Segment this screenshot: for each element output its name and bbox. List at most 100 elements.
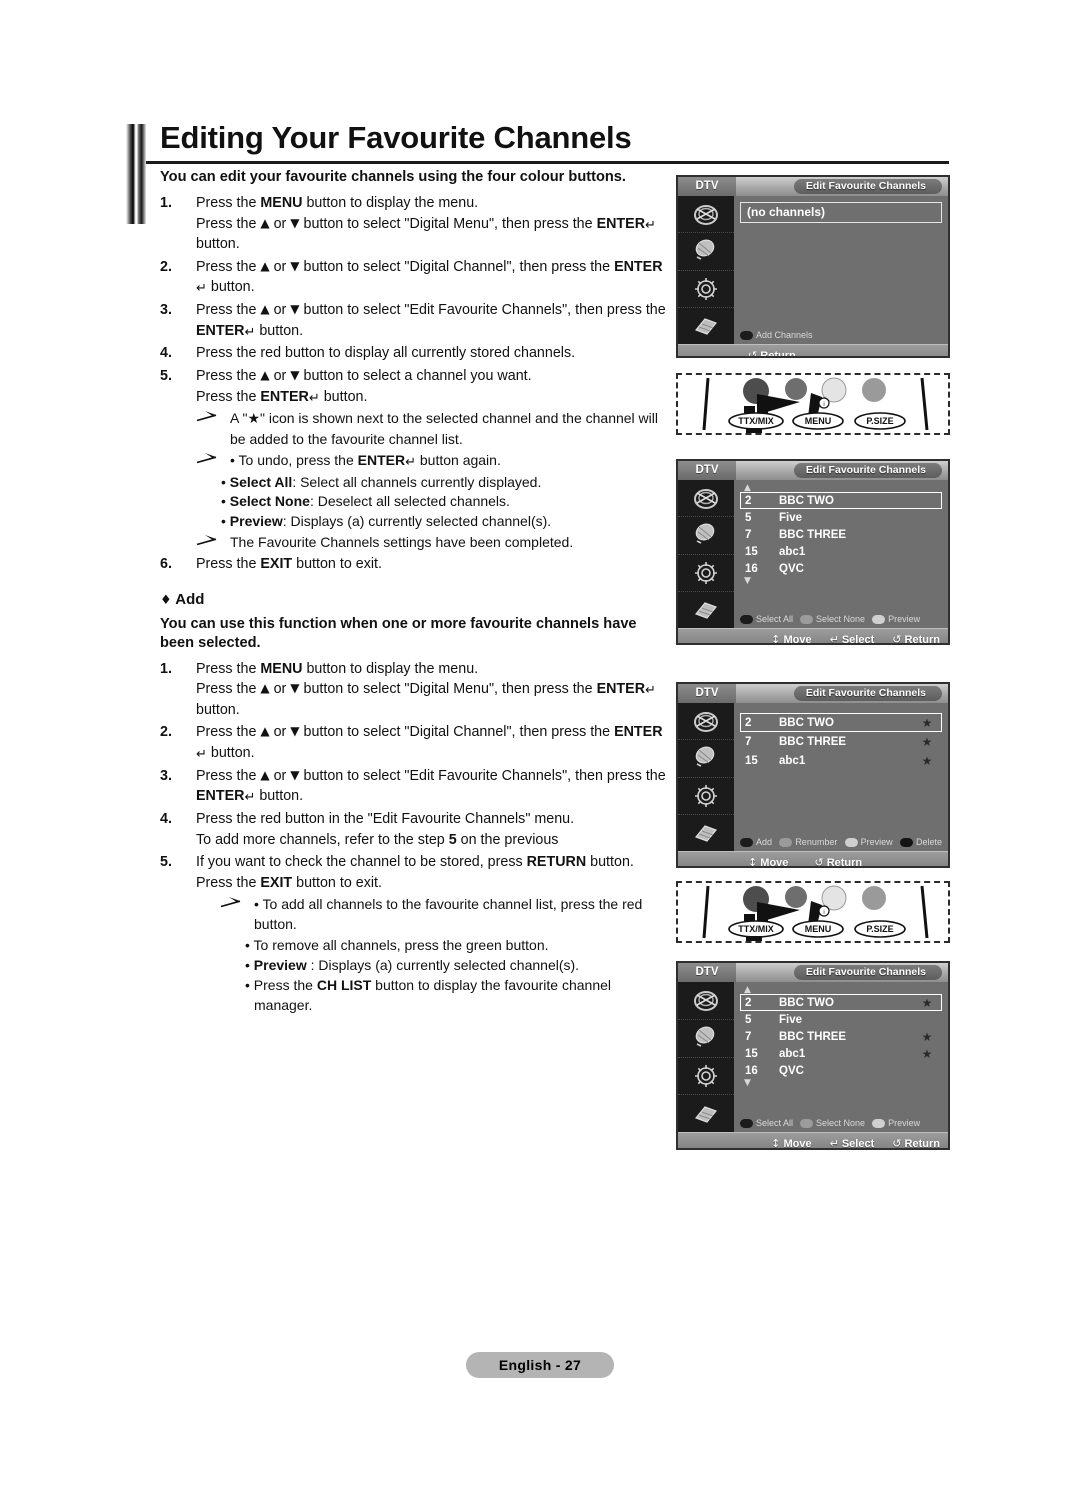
- sidebar-item-setup[interactable]: [678, 1058, 734, 1096]
- channel-number: 15: [745, 1047, 758, 1060]
- footbar-return[interactable]: ↺ Return: [892, 632, 940, 645]
- return-icon: ↺: [892, 632, 902, 645]
- colour-button-add-channels[interactable]: Add Channels: [740, 330, 813, 340]
- channel-row[interactable]: 16 QVC: [740, 560, 942, 577]
- sidebar-item-hand[interactable]: [678, 592, 734, 628]
- step-line: Press the red button to display all curr…: [196, 345, 576, 362]
- sidebar-item-setup[interactable]: [678, 555, 734, 592]
- tv-footbar: ↕ Move ↵ Select ↺ Return: [678, 1132, 948, 1150]
- sidebar-item-antenna[interactable]: [678, 982, 734, 1020]
- colour-button-select-none[interactable]: Select None: [800, 1118, 865, 1128]
- tv-footbar: ↕ Move ↺ Return: [678, 851, 948, 868]
- colour-button-select-none[interactable]: Select None: [800, 614, 865, 624]
- colour-button-preview[interactable]: Preview: [844, 837, 893, 847]
- channel-name: abc1: [779, 754, 806, 767]
- channel-number: 7: [745, 735, 752, 748]
- bullet-select-all: • Select All: Select all channels curren…: [221, 473, 542, 490]
- step-number: 5.: [160, 854, 172, 871]
- channel-name: BBC THREE: [779, 528, 847, 541]
- sidebar-item-antenna[interactable]: [678, 196, 734, 234]
- footbar-return[interactable]: ↺ Return: [748, 348, 796, 358]
- channel-row[interactable]: 7 BBC THREE ★: [740, 732, 942, 751]
- remote-diagram-bottom: i TTX/MIX MENU P.SIZE: [676, 881, 950, 943]
- tv-topbar: DTV Edit Favourite Channels: [678, 963, 948, 982]
- antenna-icon: [691, 201, 721, 227]
- footbar-select[interactable]: ↵ Select: [830, 633, 875, 644]
- colour-button-label: Preview: [888, 614, 921, 624]
- sidebar-item-channel[interactable]: [678, 740, 734, 778]
- sidebar-item-antenna[interactable]: [678, 480, 734, 518]
- source-label: DTV: [678, 963, 736, 982]
- channel-row[interactable]: 2 BBC TWO: [740, 492, 942, 509]
- colour-button-preview[interactable]: Preview: [872, 614, 920, 624]
- footbar-select[interactable]: ↵ Select: [829, 1136, 875, 1150]
- colour-button-select-all[interactable]: Select All: [740, 614, 793, 624]
- footbar-label: Return: [904, 633, 940, 645]
- colour-button-label: Add: [756, 837, 773, 847]
- step-item: 2. Press the ▲ or ▼ button to select "Di…: [160, 257, 672, 298]
- colour-button-select-all[interactable]: Select All: [740, 1118, 793, 1128]
- gear-icon: [692, 782, 720, 810]
- channel-row[interactable]: 15 abc1 ★: [740, 1045, 942, 1062]
- channel-row[interactable]: 5 Five: [740, 509, 942, 526]
- footbar-move[interactable]: ↕ Move: [771, 633, 811, 644]
- add-intro-paragraph: You can use this function when one or mo…: [160, 615, 637, 651]
- tv-content: (no channels) Add Channels: [734, 196, 948, 344]
- favourite-star-icon: ★: [921, 715, 933, 730]
- channel-row[interactable]: 15 abc1: [740, 543, 942, 560]
- scroll-up-arrow[interactable]: ▲: [740, 484, 942, 493]
- remote-svg: i TTX/MIX MENU P.SIZE: [702, 885, 929, 941]
- channel-row[interactable]: 15 abc1 ★: [740, 751, 942, 770]
- sidebar-item-hand[interactable]: [678, 1095, 734, 1132]
- scroll-down-arrow[interactable]: ▼: [740, 1079, 942, 1088]
- sidebar-item-antenna[interactable]: [678, 703, 734, 741]
- channel-row[interactable]: 7 BBC THREE ★: [740, 1028, 942, 1045]
- colour-button-preview[interactable]: Preview: [872, 1118, 920, 1128]
- footbar-move[interactable]: ↕ Move: [771, 1137, 811, 1149]
- sidebar-item-setup[interactable]: [678, 271, 734, 308]
- title-rule: [146, 161, 949, 164]
- antenna-icon: [691, 708, 721, 734]
- channel-name: BBC TWO: [779, 494, 834, 507]
- colour-button-add[interactable]: Add: [740, 837, 772, 847]
- source-label: DTV: [678, 684, 736, 703]
- channel-row[interactable]: 2 BBC TWO ★: [740, 994, 942, 1011]
- note-star: A "★" icon is shown next to the selected…: [196, 409, 672, 450]
- sidebar-item-channel[interactable]: [678, 517, 734, 555]
- scroll-down-arrow[interactable]: ▼: [740, 577, 942, 586]
- colour-button-renumber[interactable]: Renumber: [779, 837, 837, 847]
- channel-ball-icon: [691, 237, 721, 265]
- channel-row[interactable]: 16 QVC: [740, 1062, 942, 1079]
- step-item: 3. Press the ▲ or ▼ button to select "Ed…: [160, 300, 672, 341]
- red-button-icon: [740, 837, 753, 847]
- channel-number: 16: [745, 1064, 758, 1077]
- footbar-return[interactable]: ↺ Return: [892, 1137, 940, 1149]
- channel-number: 5: [745, 1013, 752, 1026]
- channel-number: 16: [745, 562, 758, 575]
- colour-button-delete[interactable]: Delete: [899, 837, 942, 847]
- scroll-up-arrow[interactable]: ▲: [740, 986, 942, 995]
- step-number: 3.: [160, 302, 172, 319]
- footbar-move[interactable]: ↕ Move: [748, 855, 788, 868]
- enter-icon: ↵: [829, 1136, 839, 1150]
- footbar-return[interactable]: ↺ Return: [814, 856, 862, 867]
- tv-topbar: DTV Edit Favourite Channels: [678, 684, 948, 703]
- step-number: 2.: [160, 258, 172, 275]
- sidebar-item-hand[interactable]: [678, 308, 734, 344]
- channel-row[interactable]: 5 Five: [740, 1011, 942, 1028]
- gear-icon: [692, 559, 720, 587]
- sidebar-item-channel[interactable]: [678, 1020, 734, 1058]
- step-item: 4. Press the red button to display all c…: [160, 343, 672, 364]
- return-icon: ↺: [748, 348, 758, 358]
- updown-arrow-icon: ↕: [748, 855, 758, 868]
- colour-button-row: Select All Select None Preview: [740, 1118, 942, 1128]
- channel-row[interactable]: 2 BBC TWO ★: [740, 713, 942, 732]
- step-item: 1. Press the MENU button to display the …: [160, 193, 672, 255]
- sidebar-item-setup[interactable]: [678, 778, 734, 815]
- menu-title: Edit Favourite Channels: [793, 965, 942, 980]
- footbar-label: Select: [841, 1137, 875, 1150]
- sidebar-item-hand[interactable]: [678, 815, 734, 851]
- sidebar-item-channel[interactable]: [678, 233, 734, 271]
- channel-row[interactable]: 7 BBC THREE: [740, 526, 942, 543]
- tv-title-wrap: Edit Favourite Channels: [736, 177, 948, 196]
